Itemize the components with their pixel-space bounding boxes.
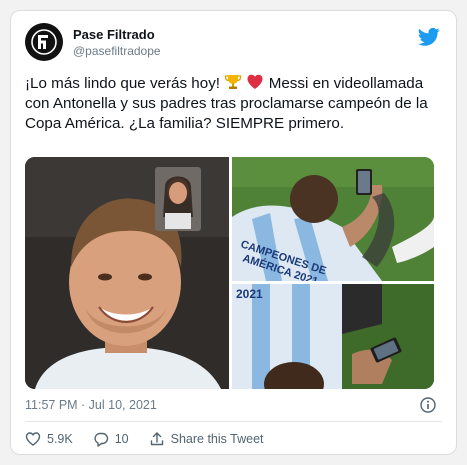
- photo-messi-phone-field[interactable]: CAMPEONES DE AMÉRICA 2021: [232, 157, 434, 281]
- share-button[interactable]: Share this Tweet: [149, 431, 264, 447]
- photo-messi-phone-closeup[interactable]: 2021: [232, 284, 434, 389]
- trophy-icon: [225, 75, 242, 89]
- account-handle[interactable]: @pasefiltradope: [73, 44, 161, 58]
- tweet-text: ¡Lo más lindo que verás hoy! Messi en vi…: [25, 73, 435, 134]
- red-heart-icon: [247, 74, 263, 89]
- closeup-phone-photo-drawing: 2021: [232, 284, 434, 389]
- account-name[interactable]: Pase Filtrado: [73, 27, 155, 42]
- share-icon: [150, 432, 163, 446]
- tweet-actions: 5.9K 10 Share this Tweet: [25, 429, 284, 449]
- share-label: Share this Tweet: [170, 432, 264, 446]
- tweet-media-grid[interactable]: CAMPEONES DE AMÉRICA 2021 2021: [25, 157, 434, 389]
- like-count: 5.9K: [47, 432, 73, 446]
- reply-count: 10: [114, 432, 129, 446]
- pase-filtrado-logo-icon: [31, 29, 57, 55]
- info-icon[interactable]: [420, 397, 436, 413]
- photo-messi-videocall[interactable]: [25, 157, 229, 389]
- reply-bubble-icon: [94, 432, 108, 447]
- heart-outline-icon: [25, 432, 41, 446]
- jersey-text-bottom: 2021: [236, 287, 263, 301]
- divider: [25, 421, 442, 422]
- reply-button[interactable]: 10: [93, 431, 129, 447]
- videocall-photo-drawing: [25, 157, 229, 389]
- twitter-bird-icon[interactable]: [418, 27, 440, 47]
- tweet-timestamp[interactable]: 11:57 PM · Jul 10, 2021: [25, 398, 157, 412]
- tweet-text-part1: ¡Lo más lindo que verás hoy!: [25, 75, 225, 92]
- tweet-header: Pase Filtrado @pasefiltradope: [25, 23, 442, 63]
- like-button[interactable]: 5.9K: [25, 431, 73, 447]
- tweet-card: Pase Filtrado @pasefiltradope ¡Lo más li…: [10, 10, 457, 455]
- field-phone-photo-drawing: CAMPEONES DE AMÉRICA 2021: [232, 157, 434, 281]
- avatar[interactable]: [25, 23, 63, 61]
